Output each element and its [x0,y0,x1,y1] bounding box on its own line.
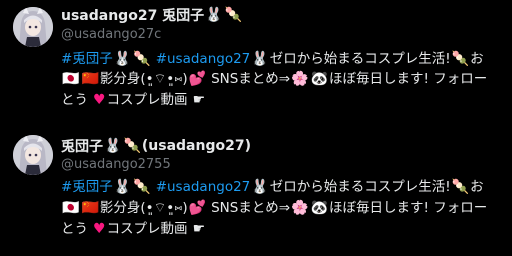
panda-icon: 🐼 [310,71,328,87]
dango-icon: 🍡 [451,179,470,195]
bio-text: ゼロから始まるコスプレ生活! [269,51,451,67]
china-flag-icon: 🇨🇳 [81,200,99,216]
bio-text: SNSまとめ⇒ [211,71,291,87]
japan-flag-icon: 🇯🇵 [62,200,80,216]
display-name-suffix: (usadango27) [141,138,251,154]
rabbit-icon: 🐰 [104,138,122,154]
bio-text: コスプレ動画 [106,221,188,237]
user-handle[interactable]: @usadango2755 [61,157,171,172]
pointing-hand-icon: ☛ [192,221,206,237]
japan-flag-icon: 🇯🇵 [62,71,80,87]
rabbit-icon: 🐰 [251,51,269,67]
panda-icon: 🐼 [310,200,328,216]
two-hearts-icon: 💕 [188,200,207,216]
bio-text: ゼロから始まるコスプレ生活! [269,179,451,195]
dango-icon: 🍡 [133,179,151,195]
display-name[interactable]: 兎団子 🐰 🍡 (usadango27) [61,136,251,156]
avatar[interactable] [13,7,53,47]
display-name[interactable]: usadango27 兎団子 🐰 🍡 [61,5,243,25]
rabbit-icon: 🐰 [113,51,132,67]
display-name-text: usadango27 兎団子 [61,8,205,24]
bio-line: 🇯🇵 🇨🇳 影分身(•͈⌔•͈⑅) 💕 SNSまとめ⇒ 🌸 🐼 ほぼ毎日します!… [61,197,487,219]
bio-text: コスプレ動画 [106,92,188,108]
rabbit-icon: 🐰 [113,179,132,195]
cherry-blossom-icon: 🌸 [291,71,309,87]
bio-text: ほぼ毎日します! フォロー [329,200,488,216]
bio-line: とう ♥ コスプレ動画 ☛ [61,218,206,240]
bio-line: 🇯🇵 🇨🇳 影分身(•͈⌔•͈⑅) 💕 SNSまとめ⇒ 🌸 🐼 ほぼ毎日します!… [61,68,487,90]
pointing-hand-icon: ☛ [192,92,206,108]
china-flag-icon: 🇨🇳 [81,71,99,87]
hashtag-link[interactable]: #usadango27 [156,176,251,198]
user-handle[interactable]: @usadango27c [61,27,161,42]
dango-icon: 🍡 [451,51,470,67]
dango-icon: 🍡 [224,7,243,23]
avatar[interactable] [13,135,53,175]
rabbit-icon: 🐰 [205,7,223,23]
bio-text: 影分身(•͈⌔•͈⑅) [99,200,188,216]
account-card[interactable]: 兎団子 🐰 🍡 (usadango27) @usadango2755 #兎団子 … [0,128,512,256]
bio-text: お [470,179,484,195]
bio-text: ほぼ毎日します! フォロー [329,71,488,87]
bio-line: とう ♥ コスプレ動画 ☛ [61,89,206,111]
bio-text: とう [61,221,88,237]
heart-icon: ♥ [93,221,106,237]
account-card[interactable]: usadango27 兎団子 🐰 🍡 @usadango27c #兎団子 🐰 🍡… [0,0,512,128]
hashtag-link[interactable]: #兎団子 [61,176,113,198]
bio-line: #兎団子 🐰 🍡 #usadango27 🐰 ゼロから始まるコスプレ生活! 🍡 … [61,48,484,70]
dango-icon: 🍡 [123,138,141,154]
bio-text: お [470,51,484,67]
bio-text: とう [61,92,88,108]
heart-icon: ♥ [93,92,106,108]
hashtag-link[interactable]: #兎団子 [61,48,113,70]
display-name-text: 兎団子 [61,139,103,155]
hashtag-link[interactable]: #usadango27 [156,48,251,70]
bio-text: SNSまとめ⇒ [211,200,291,216]
dango-icon: 🍡 [133,51,151,67]
rabbit-icon: 🐰 [251,179,269,195]
bio-line: #兎団子 🐰 🍡 #usadango27 🐰 ゼロから始まるコスプレ生活! 🍡 … [61,176,484,198]
cherry-blossom-icon: 🌸 [291,200,309,216]
two-hearts-icon: 💕 [188,71,207,87]
bio-text: 影分身(•͈⌔•͈⑅) [99,71,188,87]
